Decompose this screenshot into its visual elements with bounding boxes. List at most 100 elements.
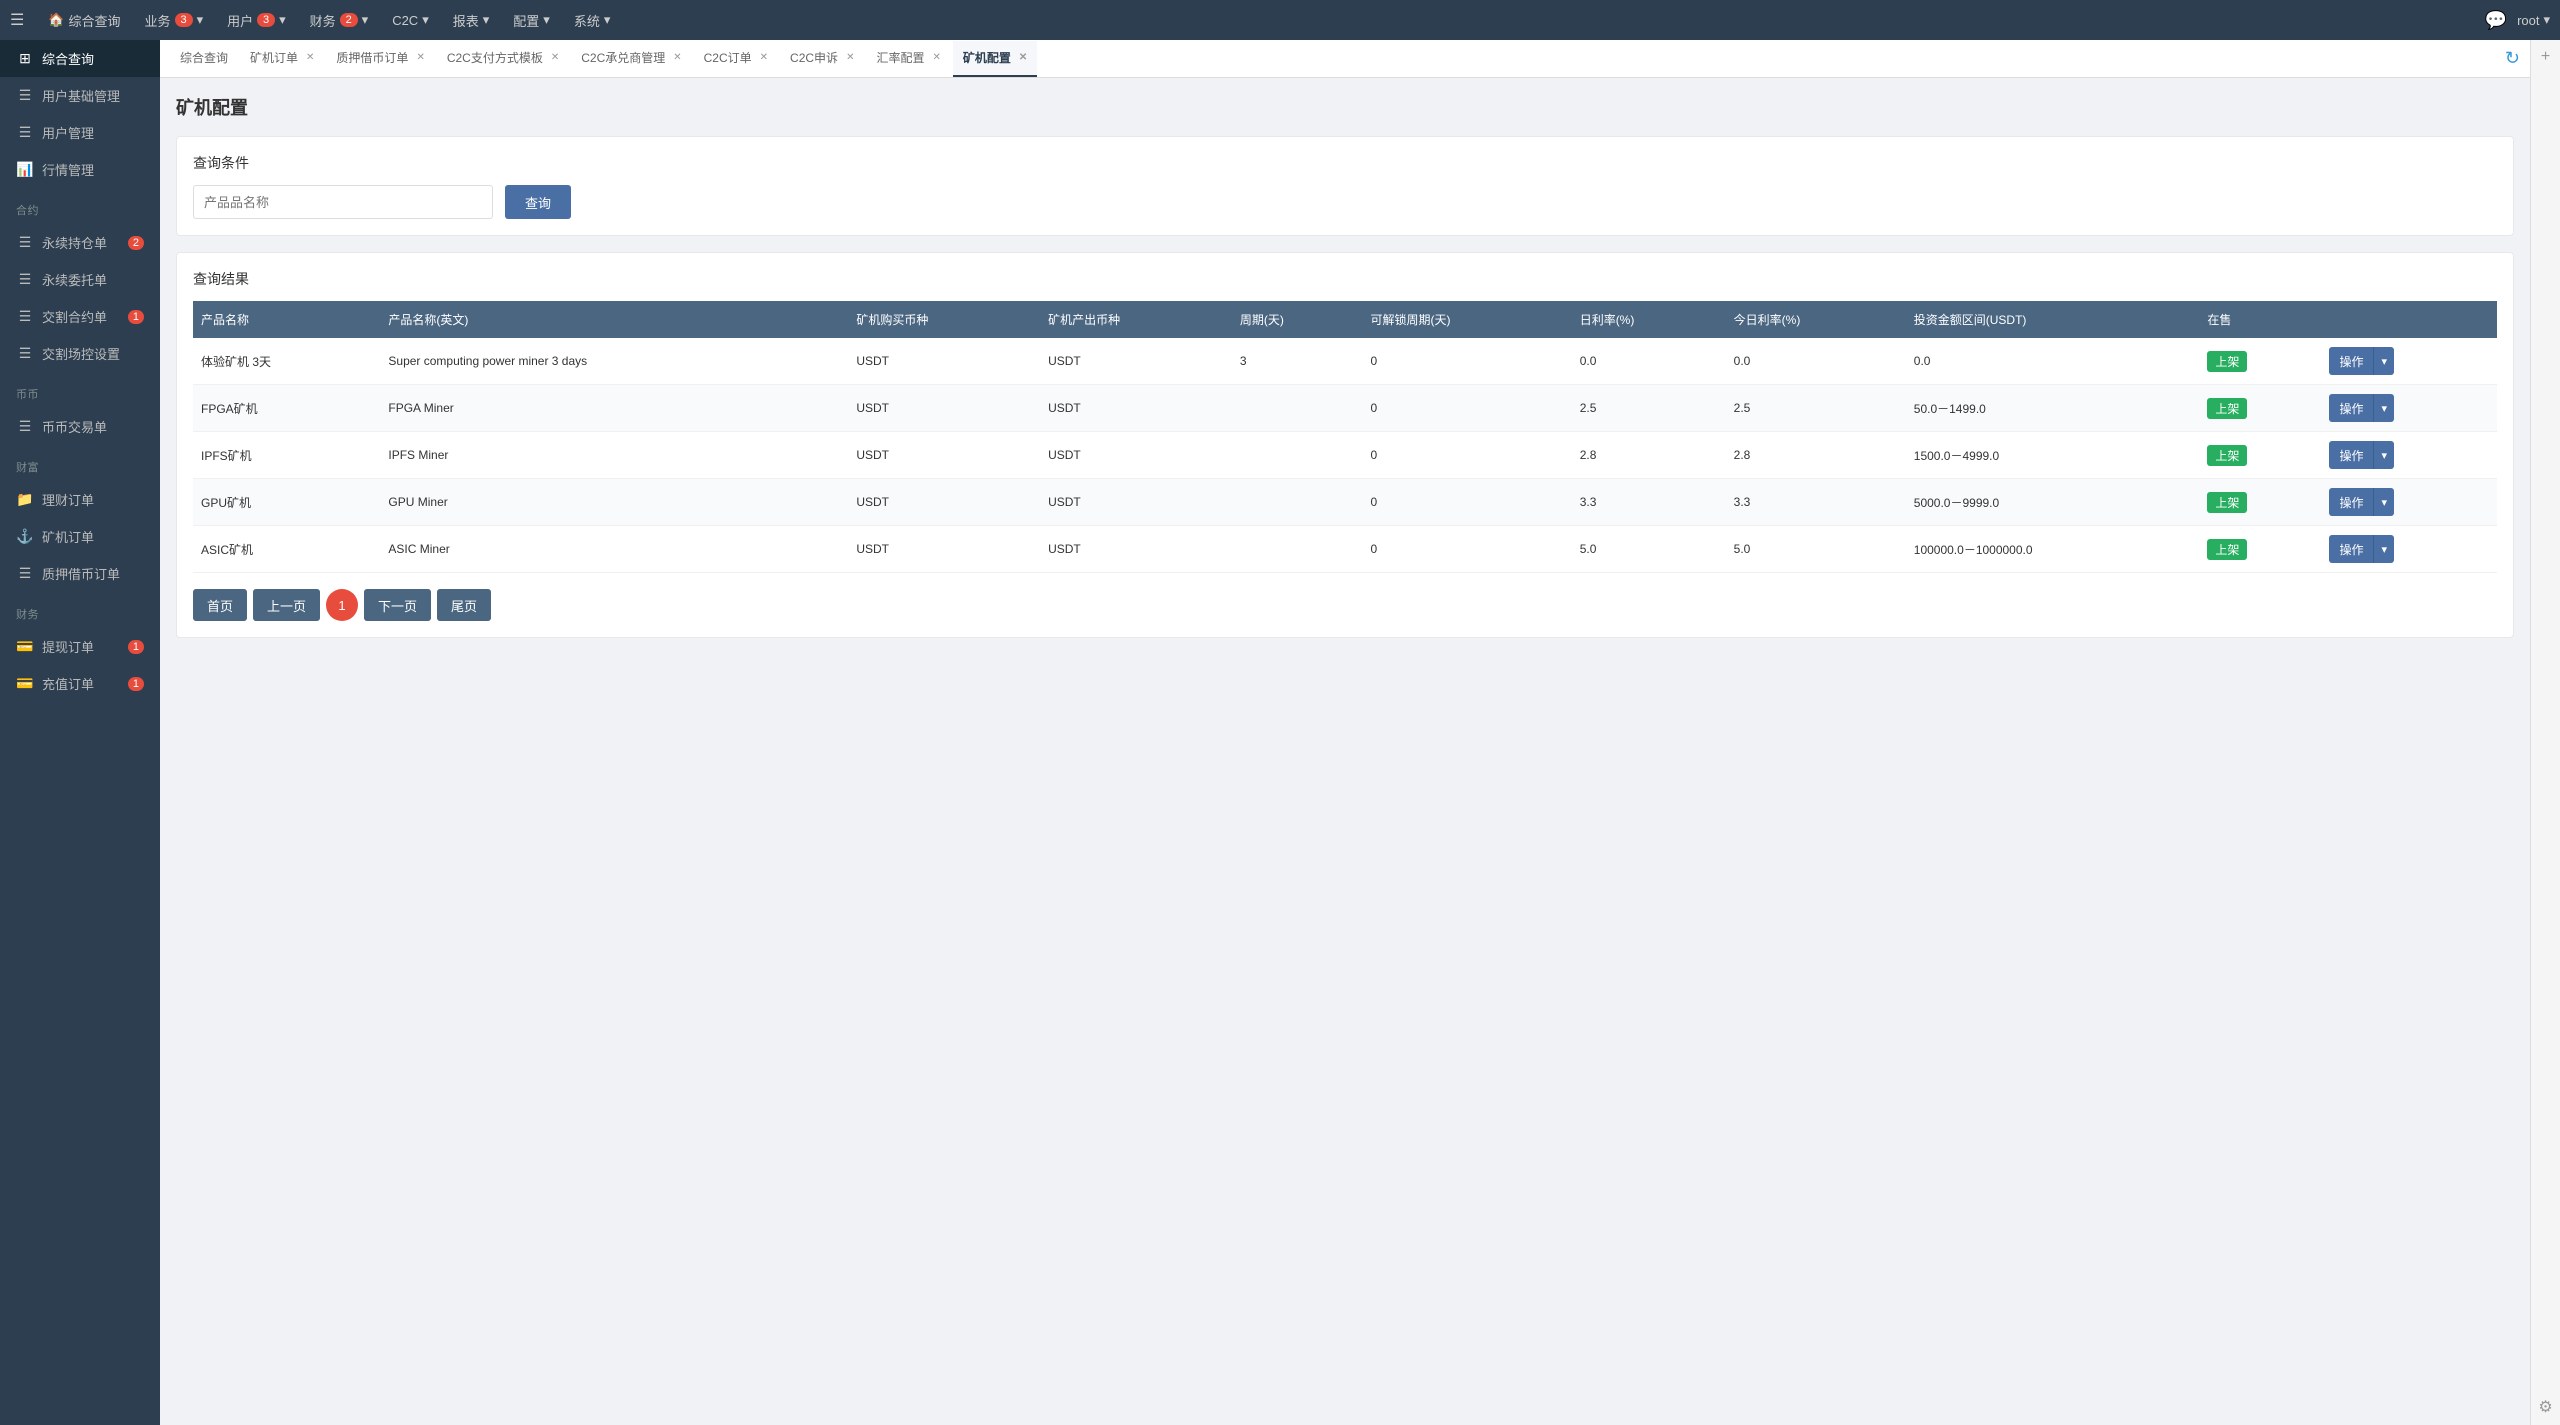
current-page-number[interactable]: 1 xyxy=(326,589,358,621)
col-name-en: 产品名称(英文) xyxy=(380,301,848,338)
nav-business[interactable]: 业务 3 ▾ xyxy=(135,0,214,40)
action-dropdown-button[interactable]: ▾ xyxy=(2373,441,2394,469)
tab-close-pledge[interactable]: ✕ xyxy=(416,52,424,63)
hamburger-icon[interactable]: ☰ xyxy=(10,10,24,30)
table-cell: 0.0 xyxy=(1726,338,1906,385)
action-button[interactable]: 操作 xyxy=(2329,535,2373,563)
message-icon[interactable]: 💬 xyxy=(2485,10,2507,31)
sidebar-item-market[interactable]: 📊 行情管理 xyxy=(0,151,160,188)
action-button[interactable]: 操作 xyxy=(2329,347,2373,375)
action-dropdown-button[interactable]: ▾ xyxy=(2373,535,2394,563)
tab-miner-config[interactable]: 矿机配置 ✕ xyxy=(953,41,1037,77)
table-cell: ASIC Miner xyxy=(380,526,848,573)
sidebar-item-perpetual-entrust[interactable]: ☰ 永续委托单 xyxy=(0,261,160,298)
table-header: 产品名称 产品名称(英文) 矿机购买币种 矿机产出币种 周期(天) 可解锁周期(… xyxy=(193,301,2497,338)
action-dropdown-button[interactable]: ▾ xyxy=(2373,488,2394,516)
col-unlock-period: 可解锁周期(天) xyxy=(1363,301,1572,338)
content-area: 综合查询 矿机订单 ✕ 质押借币订单 ✕ C2C支付方式模板 ✕ C2C承兑商管… xyxy=(160,40,2530,1425)
sidebar-item-overview[interactable]: ⊞ 综合查询 xyxy=(0,40,160,77)
tab-close-c2c-appeal[interactable]: ✕ xyxy=(846,52,854,63)
hold-icon: ☰ xyxy=(16,234,34,251)
table-cell: GPU Miner xyxy=(380,479,848,526)
tab-miner-order[interactable]: 矿机订单 ✕ xyxy=(240,41,324,77)
search-button[interactable]: 查询 xyxy=(505,185,571,219)
table-cell: 0 xyxy=(1363,479,1572,526)
section-label-wealth: 财富 xyxy=(0,445,160,481)
tab-close-c2c-order[interactable]: ✕ xyxy=(760,52,768,63)
chart-icon: 📊 xyxy=(16,161,34,178)
settings-icon[interactable]: ⚙ xyxy=(2538,1399,2552,1416)
action-dropdown-button[interactable]: ▾ xyxy=(2373,394,2394,422)
sidebar-item-withdraw[interactable]: 💳 提现订单 1 xyxy=(0,628,160,665)
sidebar-item-user-mgmt[interactable]: ☰ 用户管理 xyxy=(0,114,160,151)
action-cell: 操作▾ xyxy=(2321,479,2497,526)
action-cell: 操作▾ xyxy=(2321,385,2497,432)
first-page-button[interactable]: 首页 xyxy=(193,589,247,621)
nav-users[interactable]: 用户 3 ▾ xyxy=(217,0,296,40)
sidebar-item-miner-order[interactable]: ⚓ 矿机订单 xyxy=(0,518,160,555)
sidebar-item-recharge[interactable]: 💳 充值订单 1 xyxy=(0,665,160,702)
search-section-label: 查询条件 xyxy=(193,153,2497,173)
add-icon[interactable]: + xyxy=(2541,48,2550,66)
table-cell: 0 xyxy=(1363,338,1572,385)
action-cell: 操作▾ xyxy=(2321,338,2497,385)
tab-close-exchange-rate[interactable]: ✕ xyxy=(932,52,940,63)
table-cell: ASIC矿机 xyxy=(193,526,380,573)
tab-c2c-merchant[interactable]: C2C承兑商管理 ✕ xyxy=(571,41,691,77)
sidebar-item-pledge-order[interactable]: ☰ 质押借币订单 xyxy=(0,555,160,592)
tab-c2c-payment[interactable]: C2C支付方式模板 ✕ xyxy=(437,41,569,77)
section-label-finance: 财务 xyxy=(0,592,160,628)
nav-c2c[interactable]: C2C ▾ xyxy=(382,0,439,40)
tab-c2c-order[interactable]: C2C订单 ✕ xyxy=(694,41,778,77)
table-cell: 3 xyxy=(1232,338,1363,385)
table-cell: FPGA矿机 xyxy=(193,385,380,432)
refresh-icon[interactable]: ↻ xyxy=(2505,48,2520,69)
last-page-button[interactable]: 尾页 xyxy=(437,589,491,621)
action-button[interactable]: 操作 xyxy=(2329,394,2373,422)
sidebar-item-contract-order[interactable]: ☰ 交割合约单 1 xyxy=(0,298,160,335)
user-menu[interactable]: root ▾ xyxy=(2517,12,2550,28)
next-page-button[interactable]: 下一页 xyxy=(364,589,431,621)
nav-reports[interactable]: 报表 ▾ xyxy=(443,0,500,40)
prev-page-button[interactable]: 上一页 xyxy=(253,589,320,621)
tab-pledge[interactable]: 质押借币订单 ✕ xyxy=(326,41,434,77)
contract-icon: ☰ xyxy=(16,308,34,325)
table-cell: 1500.0－4999.0 xyxy=(1906,432,2200,479)
col-status: 在售 xyxy=(2199,301,2321,338)
table-cell: IPFS Miner xyxy=(380,432,848,479)
nav-home[interactable]: 🏠 综合查询 xyxy=(38,0,130,40)
action-dropdown-button[interactable]: ▾ xyxy=(2373,347,2394,375)
status-cell: 上架 xyxy=(2199,385,2321,432)
table-cell: 0 xyxy=(1363,432,1572,479)
table-cell: 3.3 xyxy=(1572,479,1726,526)
table-cell: 2.5 xyxy=(1726,385,1906,432)
tab-close-c2c-payment[interactable]: ✕ xyxy=(551,52,559,63)
tab-close-miner-config[interactable]: ✕ xyxy=(1019,52,1027,63)
nav-system[interactable]: 系统 ▾ xyxy=(564,0,621,40)
results-section-label: 查询结果 xyxy=(193,269,2497,289)
results-card: 查询结果 产品名称 产品名称(英文) 矿机购买币种 矿机产出币种 周期(天) 可… xyxy=(176,252,2514,638)
tab-overview[interactable]: 综合查询 xyxy=(170,41,238,77)
action-button[interactable]: 操作 xyxy=(2329,441,2373,469)
section-label-coin: 币币 xyxy=(0,372,160,408)
tab-c2c-appeal[interactable]: C2C申诉 ✕ xyxy=(780,41,864,77)
sidebar-item-wealth-order[interactable]: 📁 理财订单 xyxy=(0,481,160,518)
product-name-input[interactable] xyxy=(193,185,493,219)
table-cell: FPGA Miner xyxy=(380,385,848,432)
action-button[interactable]: 操作 xyxy=(2329,488,2373,516)
tab-exchange-rate[interactable]: 汇率配置 ✕ xyxy=(866,41,950,77)
sidebar-item-contract-market[interactable]: ☰ 交割场控设置 xyxy=(0,335,160,372)
pagination: 首页 上一页 1 下一页 尾页 xyxy=(193,589,2497,621)
right-panel: + ⚙ xyxy=(2530,40,2560,1425)
sidebar-item-coin-trade[interactable]: ☰ 币币交易单 xyxy=(0,408,160,445)
sidebar-item-perpetual-hold[interactable]: ☰ 永续持仓单 2 xyxy=(0,224,160,261)
tab-close-c2c-merchant[interactable]: ✕ xyxy=(673,52,681,63)
action-group: 操作▾ xyxy=(2329,347,2489,375)
tab-close-miner-order[interactable]: ✕ xyxy=(306,52,314,63)
main-layout: ⊞ 综合查询 ☰ 用户基础管理 ☰ 用户管理 📊 行情管理 合约 ☰ 永续持仓单… xyxy=(0,40,2560,1425)
nav-finance[interactable]: 财务 2 ▾ xyxy=(300,0,379,40)
table-cell: 体验矿机 3天 xyxy=(193,338,380,385)
nav-config[interactable]: 配置 ▾ xyxy=(503,0,560,40)
sidebar-item-user-basic[interactable]: ☰ 用户基础管理 xyxy=(0,77,160,114)
col-name: 产品名称 xyxy=(193,301,380,338)
